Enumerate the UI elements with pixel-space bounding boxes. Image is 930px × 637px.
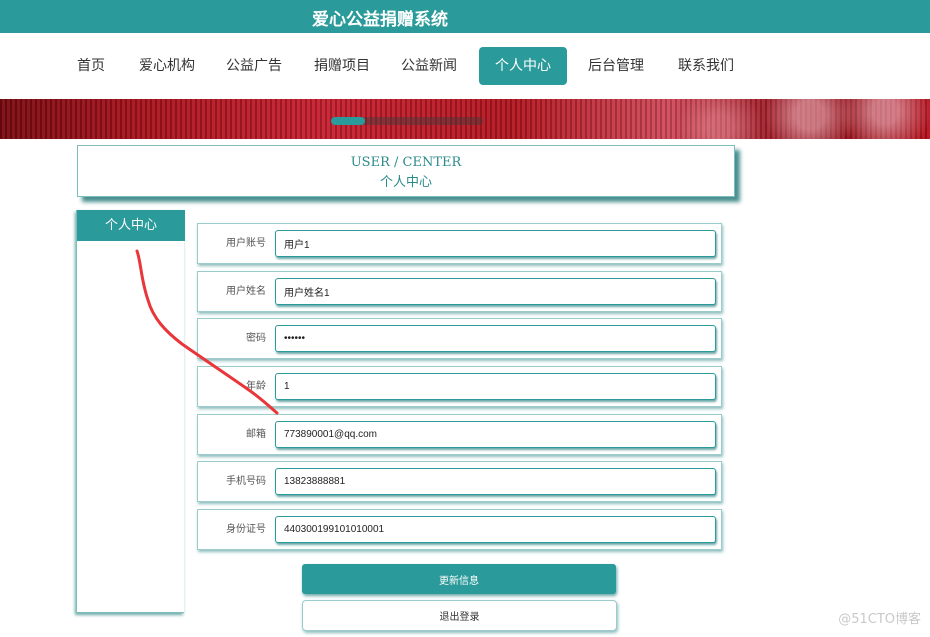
label-account: 用户账号 [226,238,266,249]
password-field[interactable] [275,325,716,352]
logout-button[interactable]: 退出登录 [302,600,617,631]
main-nav: 首页 爱心机构 公益广告 捐赠项目 公益新闻 个人中心 后台管理 联系我们 [0,33,930,99]
watermark: @51CTO博客 [838,612,921,627]
nav-item-public-ads[interactable]: 公益广告 [219,47,289,85]
email-field[interactable] [275,421,716,448]
sidebar: 个人中心 [76,210,185,613]
banner-image [630,99,930,139]
top-header-bar: 爱心公益捐赠系统 [0,0,930,33]
label-password: 密码 [246,333,266,344]
carousel-indicator-active[interactable] [331,117,365,125]
age-field[interactable] [275,373,716,400]
form-row-phone: 手机号码 [197,461,722,502]
label-id-number: 身份证号 [226,524,266,535]
page-title-box: USER / CENTER 个人中心 [77,145,735,197]
form-row-age: 年龄 [197,366,722,407]
nav-item-personal-center[interactable]: 个人中心 [479,47,567,85]
nav-item-admin[interactable]: 后台管理 [581,47,651,85]
banner-carousel [0,99,930,139]
nav-item-contact-us[interactable]: 联系我们 [670,47,742,85]
update-info-button[interactable]: 更新信息 [302,564,616,594]
name-field[interactable] [275,278,716,305]
label-email: 邮箱 [246,429,266,440]
phone-field[interactable] [275,468,716,495]
page-title-zh: 个人中心 [379,175,432,190]
nav-item-donation-projects[interactable]: 捐赠项目 [307,47,377,85]
sidebar-heading[interactable]: 个人中心 [77,210,185,241]
nav-item-charity-orgs[interactable]: 爱心机构 [132,47,202,85]
label-age: 年龄 [246,381,266,392]
nav-item-home[interactable]: 首页 [64,47,118,85]
form-row-name: 用户姓名 [197,271,722,312]
form-row-id-number: 身份证号 [197,509,722,550]
nav-item-charity-news[interactable]: 公益新闻 [394,47,464,85]
id-number-field[interactable] [275,516,716,543]
form-row-account: 用户账号 [197,223,722,264]
label-phone: 手机号码 [226,476,266,487]
page-title-en: USER / CENTER [350,155,462,170]
account-field[interactable] [275,230,716,257]
carousel-indicator[interactable] [331,117,483,125]
label-name: 用户姓名 [226,286,266,297]
form-row-email: 邮箱 [197,414,722,455]
form-row-password: 密码 [197,318,722,359]
site-title: 爱心公益捐赠系统 [312,10,448,30]
